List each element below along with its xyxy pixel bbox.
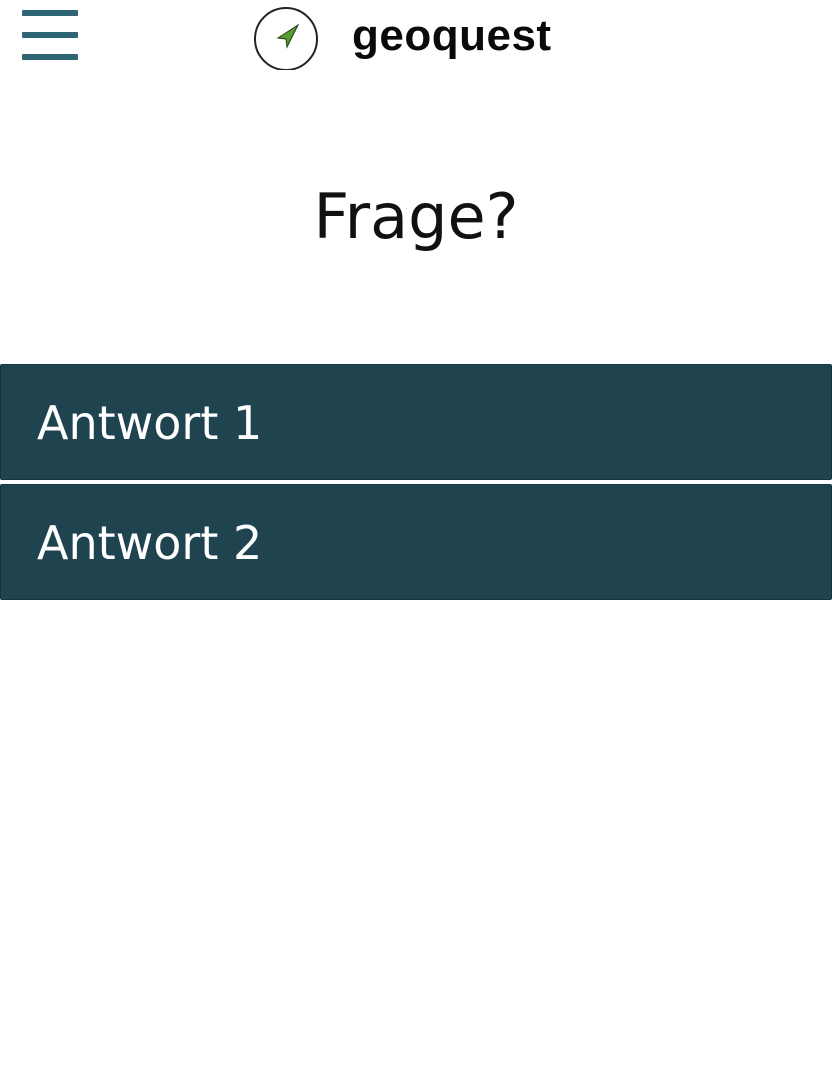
hamburger-menu-icon-line xyxy=(22,32,78,38)
hamburger-menu-icon xyxy=(22,10,78,16)
hamburger-menu-icon-line xyxy=(22,54,78,60)
app-header: geoquest xyxy=(0,0,832,80)
app-name: geoquest xyxy=(352,11,552,60)
question-text: Frage? xyxy=(313,180,519,253)
answer-button-1[interactable]: Antwort 1 xyxy=(0,364,832,480)
menu-button[interactable] xyxy=(20,10,80,60)
compass-arrow-icon xyxy=(252,4,320,70)
answer-button-2[interactable]: Antwort 2 xyxy=(0,484,832,600)
answer-list: Antwort 1 Antwort 2 xyxy=(0,364,832,600)
